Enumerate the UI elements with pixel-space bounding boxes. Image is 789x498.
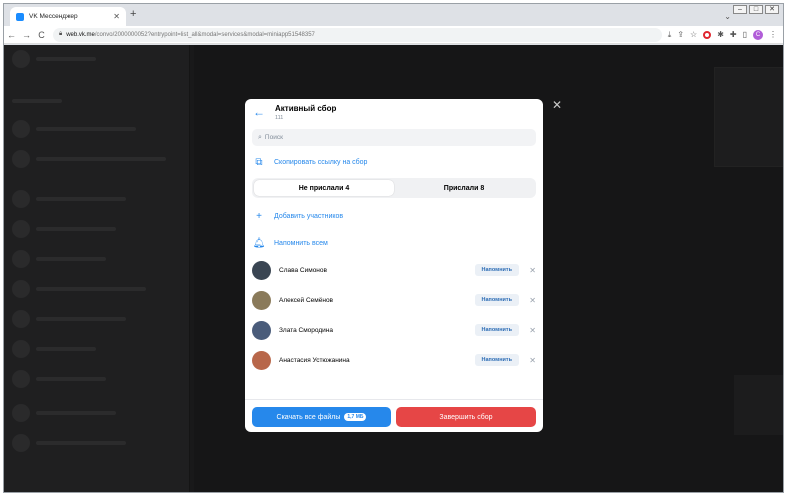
toolbar-icons: ⤓ ⇪ ☆ ✱ ✚ ▯ С ⋮	[662, 29, 783, 40]
maximize-button[interactable]: □	[749, 5, 763, 14]
new-tab-button[interactable]: +	[130, 8, 136, 20]
file-size-badge: 1,7 МБ	[344, 413, 367, 421]
browser-tab[interactable]: VK Мессенджер ✕	[10, 7, 126, 26]
list-item	[12, 367, 182, 391]
participant-row: Анастасия Устюжанина Напомнить ✕	[252, 349, 536, 371]
chat-list-sidebar	[4, 45, 190, 492]
url-host: web.vk.me	[66, 31, 95, 38]
back-arrow-icon[interactable]: ←	[253, 105, 265, 119]
search-field[interactable]: ⌕	[252, 129, 536, 146]
profile-avatar[interactable]: С	[753, 29, 763, 40]
remove-icon[interactable]: ✕	[522, 326, 536, 335]
collection-modal: ← Активный сбор 111 ⌕ ⧉ Скопировать ссыл…	[245, 99, 543, 432]
remind-button[interactable]: Напомнить	[474, 324, 519, 336]
add-participants-button[interactable]: + Добавить участников	[252, 208, 343, 224]
modal-header: ← Активный сбор 111	[245, 99, 543, 127]
url-path: /convo/2000000052?entrypoint=list_all&mo…	[94, 31, 315, 38]
search-icon: ⌕	[258, 133, 262, 141]
remind-button[interactable]: Напомнить	[474, 294, 519, 306]
finish-collection-button[interactable]: Завершить сбор	[396, 407, 536, 427]
menu-dots-icon[interactable]: ⋮	[769, 30, 777, 39]
avatar	[252, 350, 271, 370]
modal-close-icon[interactable]: ✕	[552, 99, 562, 111]
list-item	[12, 247, 182, 271]
close-window-button[interactable]: ✕	[765, 5, 779, 14]
share-icon[interactable]: ⇪	[677, 30, 684, 39]
back-button[interactable]: ←	[4, 30, 19, 40]
download-all-button[interactable]: Скачать все файлы 1,7 МБ	[252, 407, 391, 427]
list-item	[12, 147, 182, 171]
forward-button[interactable]: →	[19, 30, 34, 40]
plus-icon: +	[256, 210, 262, 222]
lock-icon: 🔒︎	[59, 31, 63, 37]
bell-icon: 🔔︎	[252, 237, 266, 249]
list-item	[12, 431, 182, 455]
remind-all-button[interactable]: 🔔︎ Напомнить всем	[252, 235, 328, 251]
list-item	[12, 337, 182, 361]
tab-search-dropdown-icon[interactable]: ⌄	[724, 12, 731, 21]
tab-not-sent[interactable]: Не прислали 4	[254, 180, 394, 196]
tab-bar: VK Мессенджер ✕ + ⌄ – □ ✕	[4, 4, 783, 26]
list-item	[12, 187, 182, 211]
remind-all-label: Напомнить всем	[274, 239, 328, 247]
remind-button[interactable]: Напомнить	[474, 354, 519, 366]
avatar	[252, 290, 271, 310]
copy-icon: ⧉	[255, 156, 263, 168]
tab-close-icon[interactable]: ✕	[113, 12, 120, 21]
modal-subtitle: 111	[275, 115, 284, 121]
list-item	[12, 89, 182, 113]
participant-name: Анастасия Устюжанина	[279, 356, 350, 364]
tab-title: VK Мессенджер	[29, 13, 78, 20]
remove-icon[interactable]: ✕	[522, 266, 536, 275]
opera-extension-icon[interactable]	[703, 30, 712, 39]
extensions-puzzle-icon[interactable]: ✚	[730, 30, 737, 39]
participant-row: Злата Смородина Напомнить ✕	[252, 319, 536, 341]
extension-icon[interactable]: ✱	[717, 30, 724, 39]
status-tabs: Не прислали 4 Прислали 8	[252, 178, 536, 198]
side-panel-icon[interactable]: ▯	[743, 30, 747, 39]
participant-name: Алексей Семёнов	[279, 296, 334, 304]
list-item	[12, 401, 182, 425]
avatar	[252, 320, 271, 340]
minimize-button[interactable]: –	[733, 5, 747, 14]
participant-row: Слава Симонов Напомнить ✕	[252, 259, 536, 281]
list-item	[12, 47, 182, 71]
remove-icon[interactable]: ✕	[522, 296, 536, 305]
tab-sent[interactable]: Прислали 8	[394, 180, 534, 196]
copy-link-button[interactable]: ⧉ Скопировать ссылку на сбор	[252, 154, 367, 170]
reload-button[interactable]: C	[34, 30, 49, 40]
address-bar[interactable]: 🔒︎ web.vk.me /convo/2000000052?entrypoin…	[53, 27, 662, 42]
list-item	[12, 277, 182, 301]
install-app-icon[interactable]: ⤓	[668, 30, 672, 40]
browser-toolbar: ← → C 🔒︎ web.vk.me /convo/2000000052?ent…	[4, 26, 783, 44]
list-item	[12, 307, 182, 331]
list-item	[12, 117, 182, 141]
modal-title: Активный сбор	[275, 104, 337, 113]
bookmark-star-icon[interactable]: ☆	[690, 30, 697, 39]
avatar	[252, 260, 271, 280]
participant-name: Слава Симонов	[279, 266, 327, 274]
search-input[interactable]	[264, 134, 505, 141]
copy-link-label: Скопировать ссылку на сбор	[274, 158, 368, 166]
chat-attachment-preview	[714, 67, 783, 167]
participant-name: Злата Смородина	[279, 326, 334, 334]
chat-attachment-preview	[734, 375, 783, 435]
vk-favicon-icon	[16, 12, 24, 21]
add-participants-label: Добавить участников	[274, 212, 344, 220]
remind-button[interactable]: Напомнить	[474, 264, 519, 276]
participant-row: Алексей Семёнов Напомнить ✕	[252, 289, 536, 311]
remove-icon[interactable]: ✕	[522, 356, 536, 365]
window-controls: – □ ✕	[733, 5, 779, 14]
modal-footer: Скачать все файлы 1,7 МБ Завершить сбор	[245, 399, 543, 432]
download-all-label: Скачать все файлы	[276, 413, 341, 421]
list-item	[12, 217, 182, 241]
